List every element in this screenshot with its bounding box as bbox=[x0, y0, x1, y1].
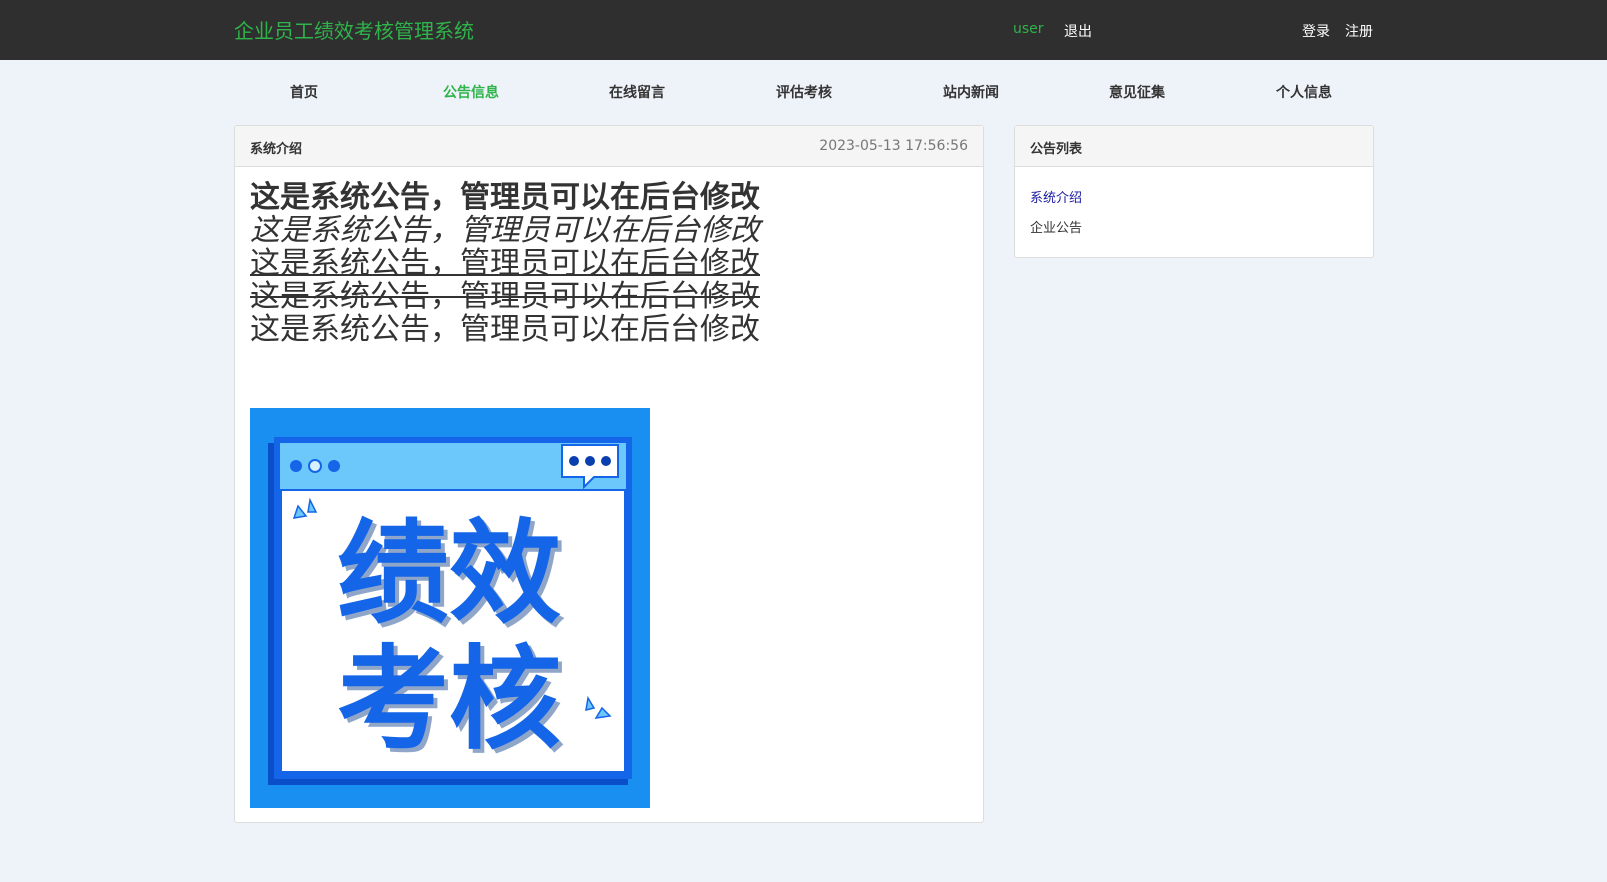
window-dot-icon bbox=[328, 460, 340, 472]
notice-panel-header: 系统介绍 2023-05-13 17:56:56 bbox=[235, 126, 983, 167]
login-link[interactable]: 登录 bbox=[1302, 21, 1330, 41]
notice-list: 系统介绍 企业公告 bbox=[1030, 184, 1082, 244]
banner-illustration: 绩效 绩效 考核 考核 bbox=[268, 437, 632, 785]
current-username[interactable]: user bbox=[1013, 21, 1044, 37]
register-link[interactable]: 注册 bbox=[1345, 21, 1373, 41]
notice-line-italic: 这是系统公告，管理员可以在后台修改 bbox=[250, 213, 760, 248]
site-brand[interactable]: 企业员工绩效考核管理系统 bbox=[234, 15, 474, 44]
notice-list-header: 公告列表 bbox=[1015, 126, 1373, 167]
window-dot-icon bbox=[308, 459, 322, 473]
notice-list-item-intro[interactable]: 系统介绍 bbox=[1030, 184, 1082, 214]
nav-item-messages[interactable]: 在线留言 bbox=[567, 82, 707, 102]
chat-dot bbox=[601, 456, 611, 466]
notice-panel: 系统介绍 2023-05-13 17:56:56 这是系统公告，管理员可以在后台… bbox=[234, 125, 984, 823]
nav-item-news[interactable]: 站内新闻 bbox=[901, 82, 1041, 102]
banner-text-line1: 绩效 bbox=[337, 509, 561, 639]
banner-text-line2: 考核 bbox=[337, 635, 561, 765]
notice-list-item-company[interactable]: 企业公告 bbox=[1030, 214, 1082, 244]
notice-list-panel: 公告列表 系统介绍 企业公告 bbox=[1014, 125, 1374, 258]
notice-timestamp: 2023-05-13 17:56:56 bbox=[819, 138, 968, 154]
nav-item-feedback[interactable]: 意见征集 bbox=[1067, 82, 1207, 102]
logout-link[interactable]: 退出 bbox=[1064, 21, 1092, 41]
notice-line-underline: 这是系统公告，管理员可以在后台修改 bbox=[250, 246, 760, 281]
top-bar: 企业员工绩效考核管理系统 user 退出 登录 注册 bbox=[0, 0, 1607, 60]
main-nav: 首页 公告信息 在线留言 评估考核 站内新闻 意见征集 个人信息 bbox=[234, 60, 1374, 120]
nav-item-profile[interactable]: 个人信息 bbox=[1234, 82, 1374, 102]
notice-list-title: 公告列表 bbox=[1030, 142, 1083, 157]
window-dot-icon bbox=[290, 460, 302, 472]
chat-dot bbox=[569, 456, 579, 466]
nav-item-home[interactable]: 首页 bbox=[234, 82, 374, 102]
nav-item-notices[interactable]: 公告信息 bbox=[401, 82, 541, 102]
notice-line-strikethrough: 这是系统公告，管理员可以在后台修改 bbox=[250, 279, 760, 314]
performance-banner-image: 绩效 绩效 考核 考核 bbox=[250, 408, 650, 808]
notice-line-plain: 这是系统公告，管理员可以在后台修改 bbox=[250, 312, 760, 347]
notice-body: 这是系统公告，管理员可以在后台修改 这是系统公告，管理员可以在后台修改 这是系统… bbox=[250, 181, 760, 346]
notice-title: 系统介绍 bbox=[250, 142, 303, 157]
nav-item-evaluation[interactable]: 评估考核 bbox=[734, 82, 874, 102]
chat-dot bbox=[585, 456, 595, 466]
notice-line-bold: 这是系统公告，管理员可以在后台修改 bbox=[250, 180, 760, 215]
